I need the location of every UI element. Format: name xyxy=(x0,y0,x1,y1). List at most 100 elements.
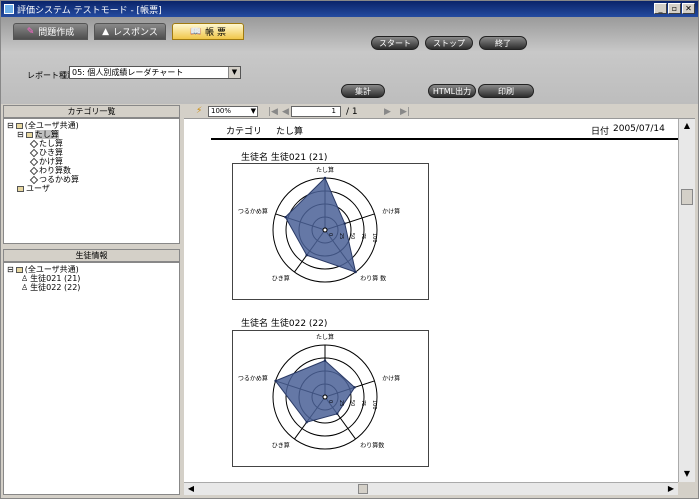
radar-category-label: わり算 数 xyxy=(360,275,386,283)
tree-node-multiplication[interactable]: かけ算 xyxy=(7,157,79,166)
stop-button[interactable]: ストップ xyxy=(425,36,473,50)
report-type-select[interactable]: 05: 個人別成績レーダチャート ▼ xyxy=(69,66,241,79)
radar-chart-svg: 0 25 50 75 100 たし算かけ算わり算 数 ひき算 つるかめ算 xyxy=(238,166,400,283)
category-panel: ⊟ (全ユーザ共通) ⊟ たし算 たし算 ひき算 かけ算 わり算数 つるかめ算 ユー… xyxy=(3,118,180,244)
user-icon: ♙ xyxy=(21,283,29,292)
close-button[interactable]: ✕ xyxy=(682,3,695,14)
radar-tick-label: 0 xyxy=(327,400,333,403)
report-document: カテゴリ たし算 日付 2005/07/14 生徒名 生徒021 (21) 0 2… xyxy=(184,119,678,482)
vertical-scrollbar[interactable]: ▲ ▼ xyxy=(678,119,695,482)
category-tree: ⊟ (全ユーザ共通) ⊟ たし算 たし算 ひき算 かけ算 わり算数 つるかめ算 ユー… xyxy=(7,121,79,193)
scroll-right-icon[interactable]: ▶ xyxy=(666,484,676,494)
radar-data-point xyxy=(284,215,287,219)
page-input[interactable]: 1 xyxy=(291,106,341,117)
radar-tick-label: 25 xyxy=(338,233,344,239)
tab-response[interactable]: ▲ レスポンス xyxy=(94,23,166,40)
page-total: / 1 xyxy=(346,107,358,117)
print-button[interactable]: 印刷 xyxy=(478,84,534,98)
chevron-down-icon[interactable]: ▼ xyxy=(228,67,240,78)
radar-data-point xyxy=(353,386,356,389)
start-button[interactable]: スタート xyxy=(371,36,419,50)
last-page-icon[interactable]: ▶| xyxy=(400,107,410,117)
tab-label: 帳 票 xyxy=(205,28,227,38)
scroll-down-icon[interactable]: ▼ xyxy=(682,469,692,479)
tree-node-addition-folder[interactable]: ⊟ たし算 xyxy=(7,130,79,139)
folder-icon xyxy=(15,122,23,129)
next-page-icon[interactable]: ▶ xyxy=(384,107,391,117)
radar-category-label: たし算 xyxy=(316,166,334,174)
radar-series-area xyxy=(284,177,357,273)
scroll-thumb[interactable] xyxy=(358,484,368,494)
radar-data-point xyxy=(343,222,346,225)
radar-series-area xyxy=(274,360,356,423)
tab-label: レスポンス xyxy=(113,28,158,38)
radar-category-label: わり算数 xyxy=(360,442,384,450)
tree-node-user[interactable]: ユーザ xyxy=(7,184,79,193)
radar-tick-label: 100 xyxy=(371,400,377,410)
radar-category-label: つるかめ算 xyxy=(238,207,268,215)
tree-node-common[interactable]: ⊟ (全ユーザ共通) xyxy=(7,121,79,130)
folder-icon xyxy=(17,185,24,192)
html-export-button[interactable]: HTML出力 xyxy=(428,84,476,98)
radar-category-label: ひき算 xyxy=(272,442,290,450)
tree-node-student022[interactable]: ♙ 生徒022 (22) xyxy=(7,283,80,292)
header-rule xyxy=(211,138,678,140)
diamond-icon xyxy=(29,148,39,157)
radar-category-label: つるかめ算 xyxy=(238,374,268,382)
window-title: 評価システム テストモード - [帳票] xyxy=(17,5,162,16)
tab-report[interactable]: 📖 帳 票 xyxy=(172,23,244,40)
radar-tick-label: 0 xyxy=(327,233,333,236)
title-bar: 評価システム テストモード - [帳票] _ ▫ ✕ xyxy=(1,1,698,17)
radar-data-point xyxy=(274,379,277,383)
tree-node-addition[interactable]: たし算 xyxy=(7,139,79,148)
viewer-toolbar: ⚡ 100% ▼ |◀ ◀ 1 / 1 ▶ ▶| xyxy=(184,105,695,119)
diamond-icon xyxy=(29,139,39,148)
lightning-icon[interactable]: ⚡ xyxy=(196,106,202,116)
student-heading: 生徒名 生徒022 (22) xyxy=(241,319,328,329)
radar-center xyxy=(322,394,328,400)
tree-node-division[interactable]: わり算数 xyxy=(7,166,79,175)
date-label: 日付 xyxy=(591,127,610,137)
tab-question-create[interactable]: ✎ 問題作成 xyxy=(13,23,88,40)
maximize-button[interactable]: ▫ xyxy=(668,3,681,14)
horizontal-scrollbar[interactable]: ◀ ▶ xyxy=(184,482,678,495)
aggregate-button[interactable]: 集計 xyxy=(341,84,385,98)
radar-category-label: かけ算 xyxy=(382,374,400,382)
app-window: 評価システム テストモード - [帳票] _ ▫ ✕ ✎ 問題作成 ▲ レスポンス … xyxy=(0,0,699,499)
diamond-icon xyxy=(29,157,39,166)
radar-data-point xyxy=(323,176,327,180)
end-button[interactable]: 終了 xyxy=(479,36,527,50)
tree-node-common[interactable]: ⊟ (全ユーザ共通) xyxy=(7,265,80,274)
pencil-icon: ✎ xyxy=(26,26,35,37)
book-icon: 📖 xyxy=(189,26,202,37)
tree-node-tsurukame[interactable]: つるかめ算 xyxy=(7,175,79,184)
radar-tick-label: 25 xyxy=(338,400,344,406)
minimize-button[interactable]: _ xyxy=(654,3,667,14)
diamond-icon xyxy=(29,166,39,175)
radar-data-point xyxy=(354,270,357,274)
tree-node-subtraction[interactable]: ひき算 xyxy=(7,148,79,157)
radar-data-point xyxy=(323,359,327,362)
user-icon: ♙ xyxy=(21,274,29,283)
first-page-icon[interactable]: |◀ xyxy=(268,107,278,117)
scroll-up-icon[interactable]: ▲ xyxy=(682,121,692,131)
folder-icon xyxy=(15,266,23,273)
radar-data-point xyxy=(305,254,308,257)
scroll-thumb[interactable] xyxy=(681,189,693,205)
scroll-left-icon[interactable]: ◀ xyxy=(186,484,196,494)
tree-node-student021[interactable]: ♙ 生徒021 (21) xyxy=(7,274,80,283)
radar-tick-label: 50 xyxy=(349,233,355,239)
report-type-value: 05: 個人別成績レーダチャート xyxy=(72,68,184,77)
radar-tick-label: 50 xyxy=(349,400,355,406)
chevron-down-icon: ▼ xyxy=(250,107,256,115)
radar-category-label: かけ算 xyxy=(382,207,400,215)
zoom-select[interactable]: 100% ▼ xyxy=(208,106,258,117)
diamond-icon xyxy=(29,175,39,184)
student-tree: ⊟ (全ユーザ共通) ♙ 生徒021 (21) ♙ 生徒022 (22) xyxy=(7,265,80,292)
radar-tick-label: 75 xyxy=(360,233,366,239)
toolbar: ✎ 問題作成 ▲ レスポンス 📖 帳 票 スタート ストップ 終了 レポート種別 05… xyxy=(1,17,698,104)
response-icon: ▲ xyxy=(102,26,110,37)
prev-page-icon[interactable]: ◀ xyxy=(282,107,289,117)
folder-icon xyxy=(25,131,33,138)
radar-category-label: ひき算 xyxy=(272,275,290,283)
